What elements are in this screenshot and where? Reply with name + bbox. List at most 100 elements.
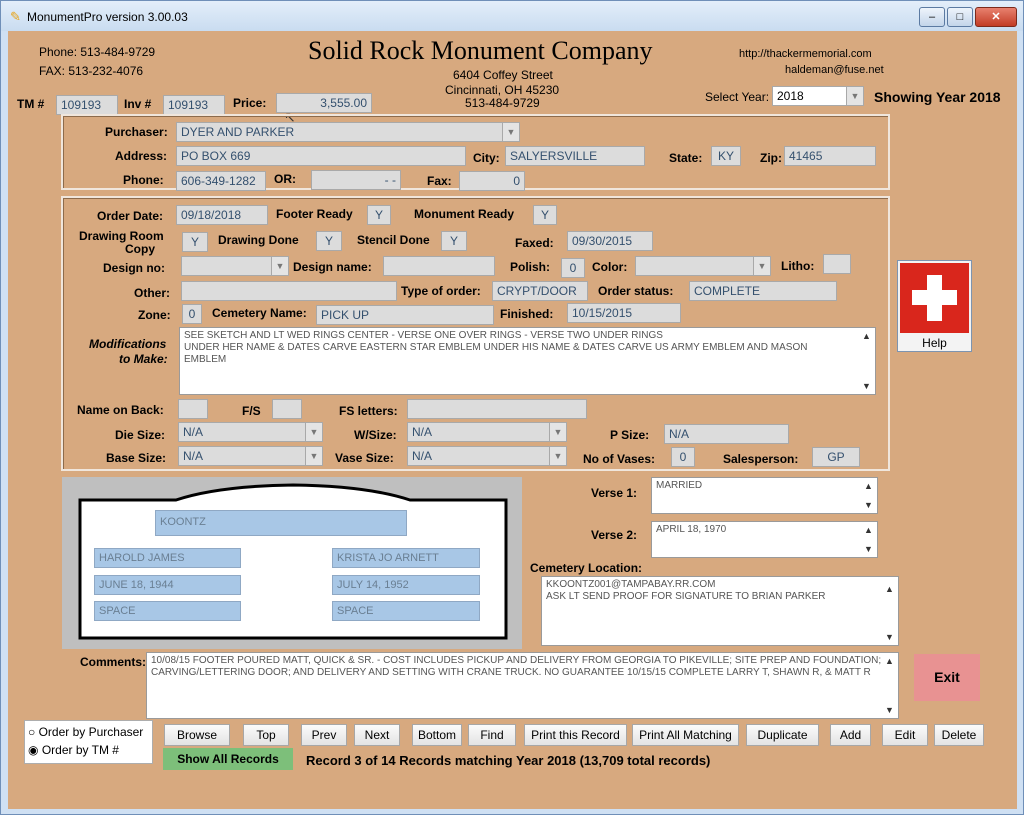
finished-field[interactable]: 10/15/2015 [567,303,681,323]
print-all-button[interactable]: Print All Matching [632,724,739,746]
browse-button[interactable]: Browse [164,724,230,746]
left-date-field[interactable]: JUNE 18, 1944 [94,575,241,595]
scroll-down-icon[interactable]: ▼ [864,499,873,511]
wsize-field[interactable]: N/A ▼ [407,422,567,442]
scroll-up-icon[interactable]: ▲ [885,583,894,595]
chevron-down-icon[interactable]: ▼ [271,257,288,275]
verse1-textarea[interactable]: MARRIED ▲ ▼ [651,477,878,514]
scroll-up-icon[interactable]: ▲ [885,655,894,667]
psize-field[interactable]: N/A [664,424,789,444]
chevron-down-icon[interactable]: ▼ [846,87,863,105]
address-field[interactable]: PO BOX 669 [176,146,466,166]
base-size-field[interactable]: N/A ▼ [178,446,323,466]
scroll-up-icon[interactable]: ▲ [864,524,873,536]
company-phone: Phone: 513-484-9729 [39,45,156,59]
name-on-back-field[interactable] [178,399,208,419]
footer-ready-field[interactable]: Y [367,205,391,225]
prev-button[interactable]: Prev [301,724,347,746]
order-date-field[interactable]: 09/18/2018 [176,205,268,225]
phone-field[interactable]: 606-349-1282 [176,171,266,191]
find-button[interactable]: Find [468,724,516,746]
no-of-vases-field[interactable]: 0 [671,447,695,467]
bottom-button[interactable]: Bottom [412,724,462,746]
salesperson-field[interactable]: GP [812,447,860,467]
fs-field[interactable] [272,399,302,419]
drawing-room-field[interactable]: Y [182,232,208,252]
duplicate-button[interactable]: Duplicate [746,724,819,746]
scroll-up-icon[interactable]: ▲ [862,330,871,342]
purchaser-field[interactable]: DYER AND PARKER ▼ [176,122,520,142]
title-bar: ✎ MonumentPro version 3.00.03 – □ ✕ [1,1,1023,31]
city-field[interactable]: SALYERSVILLE [505,146,645,166]
minimize-button[interactable]: – [919,7,945,27]
verse2-textarea[interactable]: APRIL 18, 1970 ▲ ▼ [651,521,878,558]
comments-textarea[interactable]: 10/08/15 FOOTER POURED MATT, QUICK & SR.… [146,652,899,719]
stencil-done-field[interactable]: Y [441,231,467,251]
polish-field[interactable]: 0 [561,258,585,278]
tm-field[interactable]: 109193 [56,95,118,115]
chevron-down-icon[interactable]: ▼ [549,423,566,441]
modifications-textarea[interactable]: SEE SKETCH AND LT WED RINGS CENTER - VER… [179,327,876,395]
chevron-down-icon[interactable]: ▼ [305,447,322,465]
zip-field[interactable]: 41465 [784,146,876,166]
close-button[interactable]: ✕ [975,7,1017,27]
delete-button[interactable]: Delete [934,724,984,746]
scrollbar[interactable]: ▲ ▼ [859,328,875,394]
vase-size-field[interactable]: N/A ▼ [407,446,567,466]
inv-field[interactable]: 109193 [163,95,225,115]
die-size-value: N/A [183,425,204,439]
design-no-field[interactable]: ▼ [181,256,289,276]
right-extra-field[interactable]: SPACE [332,601,480,621]
other-field[interactable] [181,281,397,301]
chevron-down-icon[interactable]: ▼ [753,257,770,275]
year-select[interactable]: 2018 ▼ [772,86,864,106]
top-button[interactable]: Top [243,724,289,746]
help-button[interactable]: Help [897,260,972,352]
cemetery-location-textarea[interactable]: KKOONTZ001@TAMPABAY.RR.COM ASK LT SEND P… [541,576,899,646]
radio-empty-icon: ○ [28,725,36,739]
fs-letters-field[interactable] [407,399,587,419]
print-record-button[interactable]: Print this Record [524,724,627,746]
drawing-done-field[interactable]: Y [316,231,342,251]
scrollbar[interactable]: ▲ ▼ [861,522,877,557]
chevron-down-icon[interactable]: ▼ [305,423,322,441]
show-all-records-button[interactable]: Show All Records [163,748,293,770]
design-name-field[interactable] [383,256,495,276]
right-date-field[interactable]: JULY 14, 1952 [332,575,480,595]
fax-field[interactable]: 0 [459,171,525,191]
scroll-up-icon[interactable]: ▲ [864,480,873,492]
company-email: haldeman@fuse.net [785,64,884,76]
scrollbar[interactable]: ▲ ▼ [882,577,898,645]
chevron-down-icon[interactable]: ▼ [549,447,566,465]
cemetery-name-field[interactable]: PICK UP [316,305,494,325]
type-of-order-field[interactable]: CRYPT/DOOR [492,281,588,301]
left-name-field[interactable]: HAROLD JAMES [94,548,241,568]
die-size-field[interactable]: N/A ▼ [178,422,323,442]
right-name-field[interactable]: KRISTA JO ARNETT [332,548,480,568]
litho-field[interactable] [823,254,851,274]
scroll-down-icon[interactable]: ▼ [862,380,871,392]
scrollbar[interactable]: ▲ ▼ [861,478,877,513]
maximize-button[interactable]: □ [947,7,973,27]
state-field[interactable]: KY [711,146,741,166]
next-button[interactable]: Next [354,724,400,746]
exit-button[interactable]: Exit [914,654,980,701]
family-name-field[interactable]: KOONTZ [155,510,407,536]
order-by-purchaser-radio[interactable]: ○ Order by Purchaser [28,725,143,739]
or-field[interactable]: - - [311,170,401,190]
order-status-field[interactable]: COMPLETE [689,281,837,301]
scroll-down-icon[interactable]: ▼ [864,543,873,555]
faxed-field[interactable]: 09/30/2015 [567,231,653,251]
color-field[interactable]: ▼ [635,256,771,276]
zone-field[interactable]: 0 [182,304,202,324]
scroll-down-icon[interactable]: ▼ [885,631,894,643]
cemetery-name-label: Cemetery Name: [212,306,307,320]
scrollbar[interactable]: ▲ ▼ [882,653,898,718]
order-by-tm-radio[interactable]: ◉ Order by TM # [28,743,119,757]
monument-ready-field[interactable]: Y [533,205,557,225]
add-button[interactable]: Add [830,724,871,746]
left-extra-field[interactable]: SPACE [94,601,241,621]
scroll-down-icon[interactable]: ▼ [885,704,894,716]
edit-button[interactable]: Edit [882,724,928,746]
chevron-down-icon[interactable]: ▼ [502,123,519,141]
